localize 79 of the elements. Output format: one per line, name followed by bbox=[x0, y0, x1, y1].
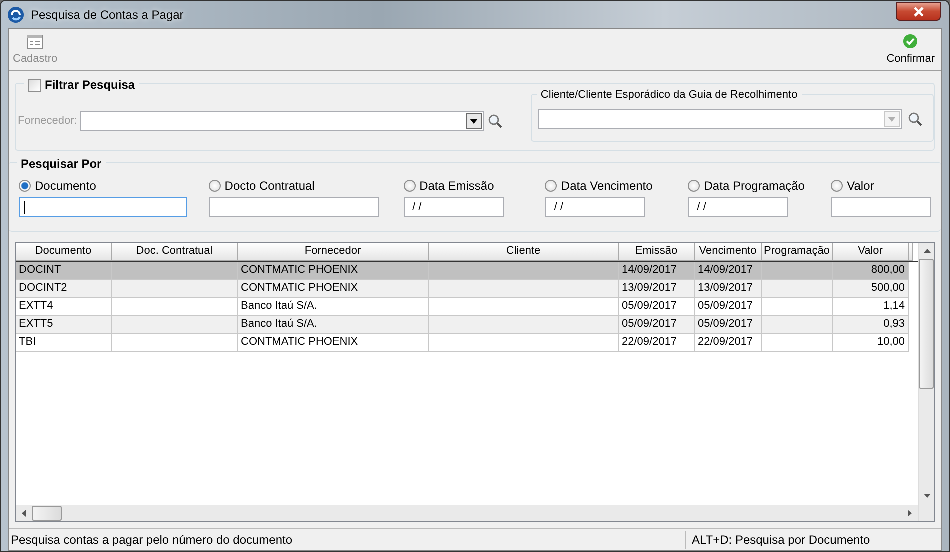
app-logo-icon bbox=[7, 6, 25, 24]
input-field[interactable]: / / bbox=[545, 197, 646, 217]
table-cell[interactable]: 800,00 bbox=[833, 262, 909, 280]
radio-option[interactable]: Data Emissão bbox=[404, 177, 546, 195]
scroll-thumb[interactable] bbox=[32, 506, 62, 520]
table-cell[interactable]: 14/09/2017 bbox=[695, 262, 762, 280]
toolbar-button[interactable]: Confirmar bbox=[886, 34, 935, 67]
table-cell[interactable]: 05/09/2017 bbox=[695, 316, 762, 334]
table-cell[interactable] bbox=[429, 280, 619, 298]
table-cell[interactable] bbox=[112, 280, 238, 298]
table-cell[interactable]: CONTMATIC PHOENIX bbox=[238, 334, 429, 352]
column-header[interactable]: Documento bbox=[16, 243, 112, 261]
table-cell[interactable]: CONTMATIC PHOENIX bbox=[238, 262, 429, 280]
group-title: Pesquisar Por bbox=[21, 156, 102, 173]
column-header[interactable]: Doc. Contratual bbox=[112, 243, 238, 261]
table-cell[interactable] bbox=[429, 262, 619, 280]
combo-box[interactable] bbox=[538, 109, 902, 129]
table-cell[interactable]: 22/09/2017 bbox=[619, 334, 695, 352]
dropdown-arrow-icon bbox=[470, 118, 478, 124]
table-cell[interactable] bbox=[112, 334, 238, 352]
table-cell[interactable]: 500,00 bbox=[833, 280, 909, 298]
field-label: Fornecedor: bbox=[18, 114, 76, 129]
column-header[interactable]: Vencimento bbox=[695, 243, 762, 261]
table-cell[interactable] bbox=[762, 262, 833, 280]
radio-option[interactable]: Data Vencimento bbox=[545, 177, 688, 195]
table-cell[interactable] bbox=[762, 334, 833, 352]
radio-option[interactable]: Documento bbox=[19, 177, 209, 195]
input-field[interactable]: / / bbox=[688, 197, 788, 217]
scroll-up-icon bbox=[924, 249, 930, 253]
table-cell[interactable]: EXTT5 bbox=[16, 316, 112, 334]
table-cell[interactable] bbox=[429, 334, 619, 352]
radio-option[interactable]: Data Programação bbox=[688, 177, 832, 195]
input-field[interactable]: / / bbox=[404, 197, 504, 217]
column-header[interactable]: Valor bbox=[833, 243, 909, 261]
check-icon bbox=[903, 34, 918, 48]
table-cell[interactable]: 10,00 bbox=[833, 334, 909, 352]
status-text: Pesquisa contas a pagar pelo número do documento bbox=[10, 532, 294, 548]
scroll-left-icon bbox=[22, 510, 26, 516]
status-text: ALT+D: Pesquisa por Documento bbox=[685, 530, 941, 548]
checkbox[interactable] bbox=[28, 78, 41, 92]
table-cell[interactable]: 22/09/2017 bbox=[695, 334, 762, 352]
dropdown-arrow-icon bbox=[888, 116, 896, 122]
table-cell[interactable]: 0,93 bbox=[833, 316, 909, 334]
scroll-thumb[interactable] bbox=[919, 259, 934, 389]
table-cell[interactable]: 14/09/2017 bbox=[619, 262, 695, 280]
column-header[interactable]: Programação bbox=[762, 243, 833, 261]
table-cell[interactable] bbox=[112, 262, 238, 280]
scroll-down-icon bbox=[924, 494, 930, 498]
table-cell[interactable] bbox=[429, 316, 619, 334]
table-cell[interactable]: TBI bbox=[16, 334, 112, 352]
input-field[interactable] bbox=[208, 197, 379, 217]
table-cell[interactable] bbox=[112, 316, 238, 334]
horizontal-scrollbar[interactable] bbox=[16, 505, 918, 521]
table-cell[interactable] bbox=[762, 316, 833, 334]
table-cell[interactable]: 13/09/2017 bbox=[695, 280, 762, 298]
column-header[interactable]: Emissão bbox=[619, 243, 695, 261]
column-header[interactable]: Fornecedor bbox=[238, 243, 429, 261]
column-header[interactable]: Cliente bbox=[429, 243, 619, 261]
input-field[interactable] bbox=[19, 197, 187, 217]
table-cell[interactable]: DOCINT bbox=[16, 262, 112, 280]
table-cell[interactable] bbox=[762, 280, 833, 298]
table-cell[interactable]: 13/09/2017 bbox=[619, 280, 695, 298]
table-cell[interactable]: Banco Itaú S/A. bbox=[238, 316, 429, 334]
radio-option[interactable]: Docto Contratual bbox=[208, 177, 404, 195]
form-icon bbox=[27, 34, 44, 48]
table-cell[interactable]: DOCINT2 bbox=[16, 280, 112, 298]
table-cell[interactable]: CONTMATIC PHOENIX bbox=[238, 280, 429, 298]
close-icon bbox=[912, 6, 924, 16]
radio-option[interactable]: Valor bbox=[831, 177, 941, 195]
window-title: Pesquisa de Contas a Pagar bbox=[31, 6, 184, 24]
checkbox-label[interactable]: Filtrar Pesquisa bbox=[45, 76, 136, 94]
vertical-scrollbar[interactable] bbox=[918, 243, 934, 521]
search-icon[interactable] bbox=[908, 112, 923, 126]
table-cell[interactable]: 05/09/2017 bbox=[619, 316, 695, 334]
close-button[interactable] bbox=[896, 2, 941, 21]
group-title: Cliente/Cliente Esporádico da Guia de Recolhimento bbox=[540, 88, 798, 103]
input-field[interactable] bbox=[831, 197, 932, 217]
search-icon[interactable] bbox=[488, 114, 503, 128]
scroll-right-icon bbox=[908, 510, 912, 516]
